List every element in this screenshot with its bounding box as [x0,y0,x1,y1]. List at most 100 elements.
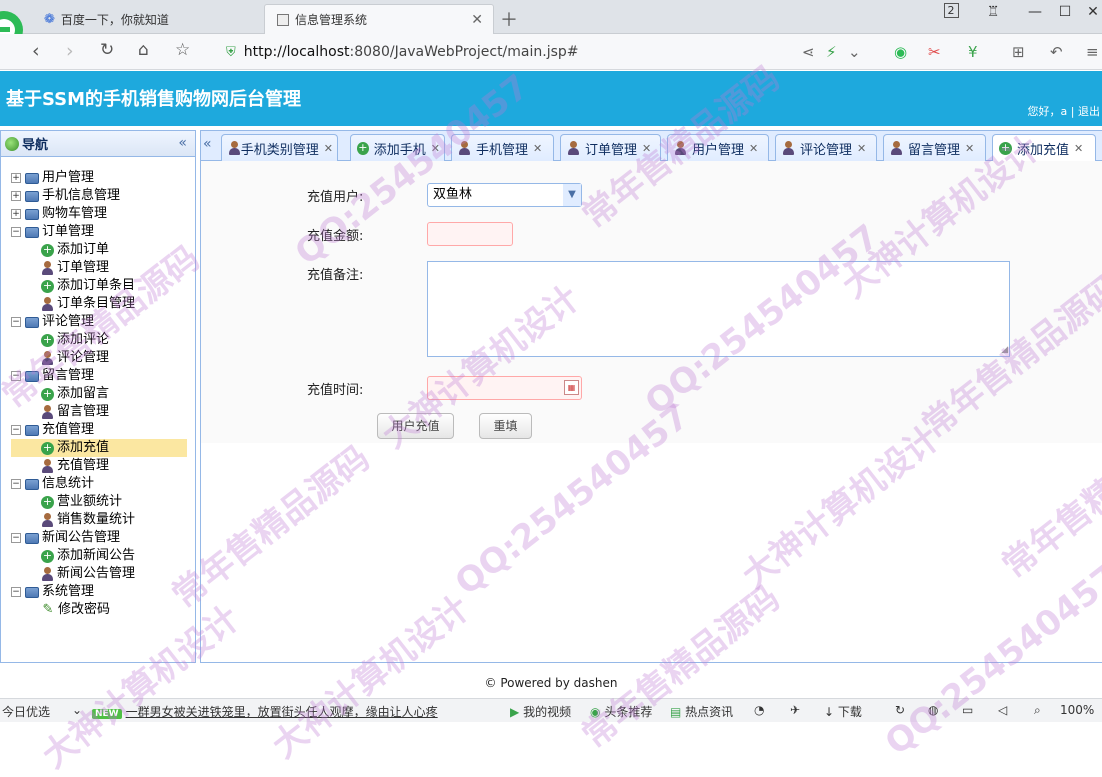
nav-group-item[interactable]: − 新闻公告管理 [11,529,187,547]
remark-textarea[interactable]: ◢ [427,261,1010,357]
nav-child-item[interactable]: 新闻公告管理 [11,565,187,583]
close-tab-icon[interactable]: ✕ [1074,142,1083,155]
nav-group-item[interactable]: − 评论管理 [11,313,187,331]
close-tab-icon[interactable]: ✕ [431,142,440,155]
home-icon[interactable]: ⌂ [138,40,149,60]
nav-child-item[interactable]: 订单条目管理 [11,295,187,313]
nav-child-item[interactable]: + 添加新闻公告 [11,547,187,565]
zoom-level[interactable]: 100% [1060,703,1094,717]
collapse-toggle-icon[interactable]: − [11,425,21,435]
content-tab[interactable]: + 添加充值 ✕ [992,134,1096,162]
collapse-left-icon[interactable]: « [178,135,187,151]
content-tab[interactable]: 订单管理 ✕ [560,134,661,161]
news-item[interactable]: NEW 一群男女被关进铁笼里，放置街头任人观摩，缘由让人心疼 [92,703,438,720]
speed-icon[interactable]: ◔ [754,703,764,717]
expand-toggle-icon[interactable]: + [11,173,21,183]
video-link[interactable]: ▶ 我的视频 [510,703,571,720]
today-picks[interactable]: 今日优选 [2,703,50,720]
zoom-search-icon[interactable]: ⌕ [1034,703,1041,718]
back-icon[interactable]: ‹ [32,40,40,62]
collapse-toggle-icon[interactable]: − [11,371,21,381]
refresh-icon[interactable]: ↻ [100,40,114,60]
hot-news-link[interactable]: ▤ 热点资讯 [670,703,733,720]
content-tab[interactable]: 用户管理 ✕ [667,134,769,161]
close-tab-icon[interactable]: ✕ [642,142,651,155]
favorite-star-icon[interactable]: ☆ [175,40,190,60]
amount-input[interactable] [427,222,513,246]
recharge-submit-button[interactable]: 用户充值 [377,413,454,439]
refresh-small-icon[interactable]: ↻ [895,703,905,717]
collapse-toggle-icon[interactable]: − [11,587,21,597]
close-window-icon[interactable]: ✕ [1078,4,1102,20]
nav-child-item[interactable]: 销售数量统计 [11,511,187,529]
close-tab-icon[interactable]: ✕ [471,12,483,28]
maximize-icon[interactable]: ☐ [1050,4,1080,20]
content-tab[interactable]: 评论管理 ✕ [775,134,877,161]
nav-group-item[interactable]: − 系统管理 [11,583,187,601]
nav-group-item[interactable]: + 用户管理 [11,169,187,187]
calendar-icon[interactable]: ▦ [564,380,579,395]
chevron-down-icon[interactable]: ▼ [563,184,581,206]
url-field[interactable]: ⛨ http://localhost:8080/JavaWebProject/m… [226,39,866,65]
browser-small-icon[interactable]: ◍ [928,703,938,717]
unpin-icon[interactable]: ✈ [790,703,800,717]
nav-group-item[interactable]: + 购物车管理 [11,205,187,223]
tab-count-badge[interactable]: 2 [936,3,966,18]
nav-child-item[interactable]: ✎ 修改密码 [11,601,187,619]
browser-tab-baidu[interactable]: ❁ 百度一下，你就知道 [32,4,262,34]
content-tab[interactable]: + 添加手机 ✕ [350,134,445,161]
close-tab-icon[interactable]: ✕ [857,142,866,155]
close-tab-icon[interactable]: ✕ [324,142,333,155]
user-select[interactable]: 双鱼林 ▼ [427,183,582,207]
resize-grip-icon[interactable]: ◢ [1001,345,1008,355]
new-tab-icon[interactable]: ＋ [500,6,518,32]
logout-link[interactable]: 退出 [1078,105,1100,118]
menu-icon[interactable]: ≡ [1086,43,1099,61]
nav-child-item[interactable]: 评论管理 [11,349,187,367]
content-tab[interactable]: 留言管理 ✕ [883,134,986,161]
sound-icon[interactable]: ◁ [998,703,1007,717]
browser-tab-active[interactable]: 信息管理系统 ✕ [264,4,494,34]
nav-child-item[interactable]: + 添加订单条目 [11,277,187,295]
nav-child-item[interactable]: 留言管理 [11,403,187,421]
close-tab-icon[interactable]: ✕ [749,142,758,155]
collapse-toggle-icon[interactable]: − [11,533,21,543]
nav-child-item[interactable]: + 添加留言 [11,385,187,403]
collapse-toggle-icon[interactable]: − [11,227,21,237]
apps-grid-icon[interactable]: ⊞ [1012,43,1025,61]
nav-child-item[interactable]: 订单管理 [11,259,187,277]
close-tab-icon[interactable]: ✕ [533,142,542,155]
nav-child-item[interactable]: 充值管理 [11,457,187,475]
tabs-scroll-left-icon[interactable]: « [203,136,212,152]
extension-green-icon[interactable]: ◉ [894,43,907,61]
expand-toggle-icon[interactable]: + [11,209,21,219]
window-icon[interactable]: ▭ [962,703,973,717]
download-link[interactable]: ↓ 下载 [824,703,862,720]
content-tab[interactable]: 手机类别管理 ✕ [221,134,338,161]
collapse-toggle-icon[interactable]: − [11,479,21,489]
nav-group-item[interactable]: + 手机信息管理 [11,187,187,205]
nav-group-item[interactable]: − 信息统计 [11,475,187,493]
nav-group-item[interactable]: − 订单管理 [11,223,187,241]
lightning-icon[interactable]: ⚡ [826,43,837,61]
cut-icon[interactable]: ✂ [928,43,941,61]
collapse-toggle-icon[interactable]: − [11,317,21,327]
nav-child-item[interactable]: + 添加订单 [11,241,187,259]
forward-icon[interactable]: › [66,40,74,62]
share-icon[interactable]: ⋖ [802,43,815,61]
chevron-down-icon[interactable]: ⌄ [72,703,82,717]
dropdown-chevron-icon[interactable]: ⌄ [848,43,861,61]
headline-link[interactable]: ◉ 头条推荐 [590,703,652,720]
content-tab[interactable]: 手机管理 ✕ [451,134,554,161]
skin-icon[interactable]: ♖ [978,4,1008,20]
time-input[interactable]: ▦ [427,376,582,400]
shopping-icon[interactable]: ¥ [968,43,978,61]
nav-group-item[interactable]: − 充值管理 [11,421,187,439]
nav-child-item[interactable]: + 添加充值 [11,439,187,457]
close-tab-icon[interactable]: ✕ [965,142,974,155]
undo-icon[interactable]: ↶ [1050,43,1063,61]
reset-button[interactable]: 重填 [479,413,532,439]
news-link[interactable]: 一群男女被关进铁笼里，放置街头任人观摩，缘由让人心疼 [126,705,438,719]
nav-group-item[interactable]: − 留言管理 [11,367,187,385]
nav-child-item[interactable]: + 添加评论 [11,331,187,349]
